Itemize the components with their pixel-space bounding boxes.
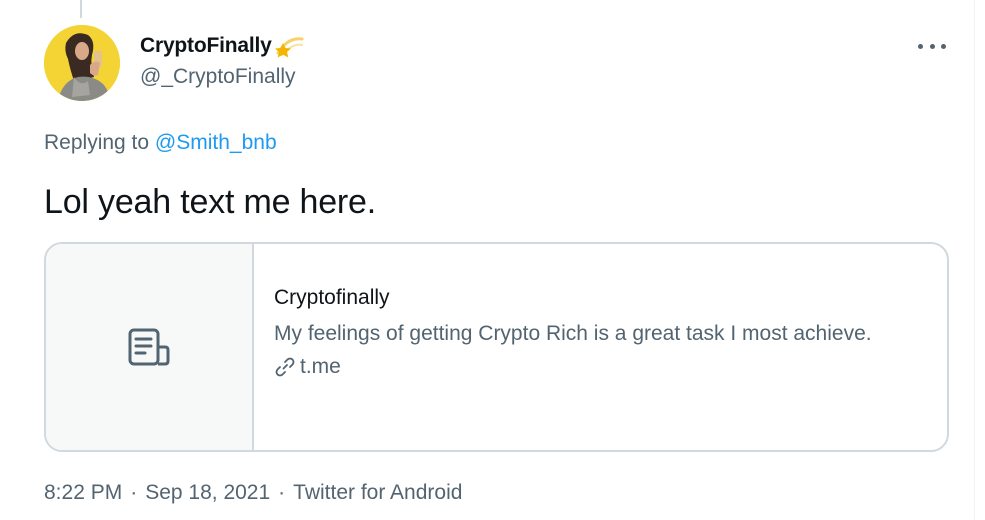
document-icon	[128, 328, 170, 366]
card-body: Cryptofinally My feelings of getting Cry…	[254, 244, 947, 450]
tweet-source[interactable]: Twitter for Android	[293, 481, 462, 505]
link-icon	[275, 357, 295, 377]
tweet-time[interactable]: 8:22 PM	[44, 481, 122, 505]
more-dot	[941, 43, 946, 49]
card-thumbnail	[46, 244, 254, 450]
more-dot	[918, 43, 923, 49]
meta-separator: ·	[130, 481, 138, 504]
replying-to: Replying to @Smith_bnb	[44, 131, 277, 155]
card-title: Cryptofinally	[274, 286, 390, 309]
tweet-author: CryptoFinally @_CryptoFinally	[140, 31, 304, 89]
card-description: My feelings of getting Crypto Rich is a …	[274, 322, 872, 345]
tweet-text: Lol yeah text me here.	[44, 183, 377, 221]
card-domain-row: t.me	[274, 355, 947, 379]
replying-prefix: Replying to	[44, 131, 150, 154]
tweet-detail: CryptoFinally @_CryptoFinally Replying t…	[0, 0, 985, 520]
tweet-meta: 8:22 PM · Sep 18, 2021 · Twitter for And…	[44, 481, 462, 505]
profile-photo	[44, 25, 120, 101]
link-preview-card[interactable]: Cryptofinally My feelings of getting Cry…	[44, 242, 949, 452]
thread-connector-line	[80, 0, 82, 18]
avatar[interactable]	[44, 25, 120, 101]
card-domain: t.me	[300, 355, 341, 378]
shooting-star-emoji-icon	[274, 33, 304, 59]
timeline-border	[974, 0, 975, 520]
more-icon[interactable]	[918, 38, 946, 54]
tweet-date[interactable]: Sep 18, 2021	[145, 481, 270, 505]
reply-mention-link[interactable]: @Smith_bnb	[155, 131, 277, 154]
display-name[interactable]: CryptoFinally	[140, 34, 272, 58]
meta-separator: ·	[278, 481, 286, 504]
name-row: CryptoFinally	[140, 31, 304, 61]
user-handle[interactable]: @_CryptoFinally	[140, 65, 304, 89]
more-dot	[929, 43, 935, 49]
